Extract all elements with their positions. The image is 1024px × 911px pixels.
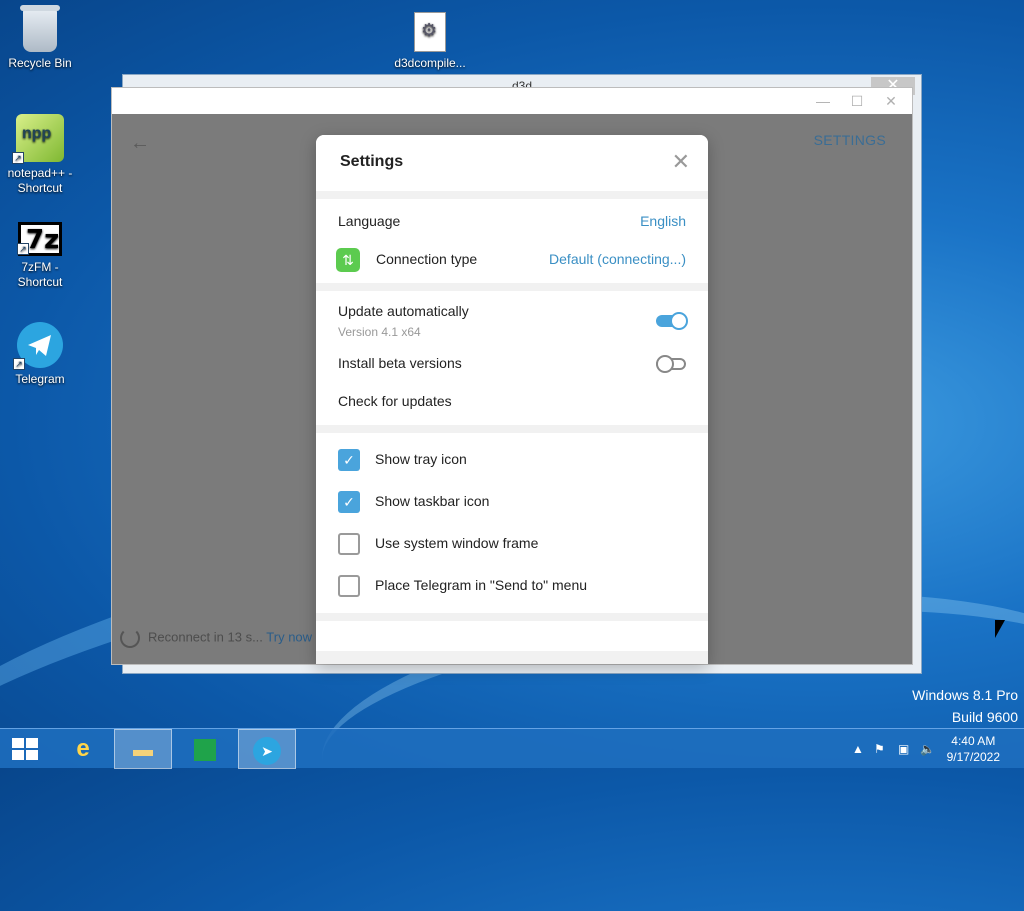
option-row[interactable]: ✓ Show taskbar icon [316, 483, 708, 525]
checkbox-unchecked[interactable] [338, 575, 360, 597]
option-label: Place Telegram in "Send to" menu [375, 577, 588, 593]
window-options-section: ✓ Show tray icon ✓ Show taskbar icon Use… [316, 433, 708, 613]
notepadpp-icon: npp ↗ [12, 114, 64, 164]
maximize-button[interactable]: ☐ [842, 92, 872, 110]
next-section [316, 621, 708, 651]
settings-header-label: SETTINGS [813, 132, 886, 148]
start-button[interactable] [0, 729, 50, 769]
connection-type-label: Connection type [376, 251, 478, 267]
checkbox-checked[interactable]: ✓ [338, 491, 360, 513]
action-center-flag-icon[interactable]: ⚑ [874, 729, 885, 769]
show-hidden-icons-button[interactable]: ▲ [852, 729, 864, 769]
watermark-build: Build 9600 [951, 709, 1018, 725]
language-label: Language [338, 213, 401, 229]
reconnect-text: Reconnect in 13 s... [148, 629, 263, 645]
shortcut-arrow-icon: ↗ [17, 243, 29, 255]
spinner-icon [120, 628, 140, 648]
taskbar-telegram[interactable]: ➤ [238, 729, 296, 769]
desktop-icon-label: d3dcompile... [394, 56, 466, 70]
clock[interactable]: 4:40 AM 9/17/2022 [947, 733, 1000, 765]
install-beta-row[interactable]: Install beta versions [316, 345, 708, 383]
desktop-icon-7zfm[interactable]: 7z ↗ 7zFM - Shortcut [0, 222, 80, 290]
taskbar-file-explorer[interactable]: ▬ [114, 729, 172, 769]
updates-section: Update automatically Version 4.1 x64 Ins… [316, 291, 708, 425]
version-text: Version 4.1 x64 [338, 325, 421, 339]
option-label: Use system window frame [375, 535, 539, 551]
settings-dialog: Settings ✕ Language English ⇅ Connection… [316, 135, 708, 664]
desktop-icon-notepadpp[interactable]: npp ↗ notepad++ - Shortcut [0, 114, 80, 196]
install-beta-label: Install beta versions [338, 355, 462, 371]
general-section: Language English ⇅ Connection type Defau… [316, 199, 708, 283]
taskbar-store[interactable] [176, 729, 234, 769]
shortcut-arrow-icon: ↗ [13, 358, 25, 370]
try-now-link[interactable]: Try now [266, 629, 312, 644]
mouse-cursor-icon [995, 620, 1005, 638]
dialog-title: Settings [340, 153, 404, 170]
desktop-icon-recycle-bin[interactable]: Recycle Bin [0, 5, 80, 71]
option-row[interactable]: ✓ Show tray icon [316, 441, 708, 483]
internet-explorer-icon: e [76, 735, 90, 762]
desktop-icon-d3dcompiler[interactable]: ⚙ d3dcompile... [390, 12, 470, 71]
minimize-button[interactable]: — [808, 92, 838, 110]
title-bar[interactable]: — ☐ ✕ [112, 88, 912, 114]
language-row[interactable]: Language English [316, 203, 708, 241]
folder-icon: ▬ [133, 739, 153, 761]
update-automatically-label: Update automatically [338, 303, 469, 319]
option-row[interactable]: Use system window frame [316, 525, 708, 567]
telegram-icon: ➤ [253, 736, 281, 765]
desktop-icon-label: Telegram [15, 372, 65, 386]
desktop-icon-label: 7zFM - Shortcut [17, 260, 63, 289]
clock-time: 4:40 AM [951, 734, 996, 748]
option-row[interactable]: Place Telegram in "Send to" menu [316, 567, 708, 609]
desktop-icon-label: Recycle Bin [8, 56, 72, 70]
connection-type-value[interactable]: Default (connecting...) [549, 251, 686, 267]
check-updates-row[interactable]: Check for updates [316, 383, 708, 421]
telegram-icon: ↗ [13, 322, 63, 370]
update-automatically-row[interactable]: Update automatically Version 4.1 x64 [316, 295, 708, 345]
install-beta-toggle[interactable] [656, 355, 686, 373]
recycle-bin-icon [20, 5, 60, 52]
taskbar: e ▬ ➤ ▲ ⚑ ▣ 🔈 4:40 AM 9/17/2022 [0, 728, 1024, 769]
shortcut-arrow-icon: ↗ [12, 152, 24, 164]
windows-logo-icon [12, 738, 38, 760]
connection-type-row[interactable]: ⇅ Connection type Default (connecting...… [316, 241, 708, 279]
network-icon[interactable]: ▣ [898, 729, 909, 769]
checkbox-unchecked[interactable] [338, 533, 360, 555]
toggle-knob [670, 312, 688, 330]
desktop-icon-telegram[interactable]: ↗ Telegram [0, 322, 80, 387]
7zip-icon: 7z ↗ [17, 222, 62, 256]
check-updates-label[interactable]: Check for updates [338, 393, 452, 409]
volume-icon[interactable]: 🔈 [920, 729, 935, 769]
back-arrow-icon[interactable]: ← [130, 132, 150, 155]
option-label: Show taskbar icon [375, 493, 490, 509]
store-icon [194, 738, 216, 761]
watermark-edition: Windows 8.1 Pro [912, 687, 1018, 703]
clock-date: 9/17/2022 [946, 750, 1000, 764]
windows-watermark: Windows 8.1 Pro Build 9600 [912, 684, 1018, 728]
close-icon[interactable]: ✕ [672, 149, 690, 175]
update-automatically-toggle[interactable] [656, 312, 688, 330]
toggle-knob [656, 355, 674, 373]
taskbar-internet-explorer[interactable]: e [54, 729, 112, 769]
desktop-icon-label: notepad++ - Shortcut [7, 166, 73, 195]
dll-file-icon: ⚙ [414, 12, 446, 52]
connection-arrows-icon: ⇅ [336, 248, 360, 272]
language-value[interactable]: English [640, 213, 686, 229]
dialog-header: Settings ✕ [316, 135, 708, 191]
close-button[interactable]: ✕ [876, 92, 906, 110]
option-label: Show tray icon [375, 451, 467, 467]
checkbox-checked[interactable]: ✓ [338, 449, 360, 471]
reconnect-status: Reconnect in 13 s... Try now [120, 628, 312, 648]
